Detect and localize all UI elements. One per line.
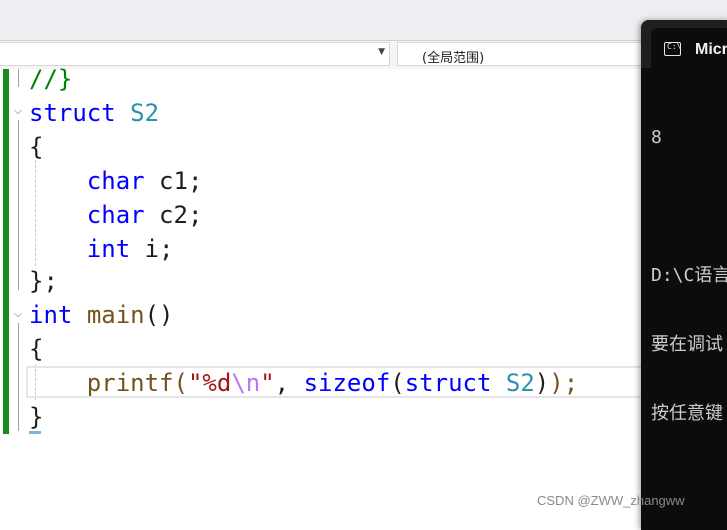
code-token: );: [549, 369, 579, 397]
member-dropdown[interactable]: (全局范围): [397, 42, 657, 66]
code-token: int: [86, 235, 131, 263]
code-token: \n: [231, 369, 261, 397]
code-token: int: [29, 301, 73, 329]
code-token: main: [86, 301, 145, 329]
code-line[interactable]: {: [29, 130, 43, 164]
code-token: sizeof: [303, 369, 391, 397]
watermark: CSDN @ZWW_zhangww: [537, 493, 685, 508]
caret-marker: [29, 431, 41, 434]
code-line[interactable]: char c1;: [29, 164, 203, 198]
code-token: ": [260, 369, 275, 397]
code-editor[interactable]: [0, 69, 660, 521]
outline-line: [18, 323, 19, 431]
code-token: char: [86, 167, 145, 195]
code-token: //}: [29, 65, 73, 93]
collapse-icon[interactable]: ⌵: [12, 308, 24, 319]
code-line[interactable]: char c2;: [29, 198, 203, 232]
outline-line: [18, 69, 19, 87]
code-token: ,: [274, 369, 304, 397]
code-token: (): [144, 301, 174, 329]
code-token: {: [29, 133, 44, 161]
outline-line: [18, 120, 19, 290]
code-token: S2: [130, 99, 160, 127]
console-tab-title: Micr: [695, 41, 727, 58]
console-window[interactable]: C:\ Micr 8 D:\C语言 要在调试 按任意键: [641, 20, 727, 530]
code-line[interactable]: int i;: [29, 232, 174, 266]
console-output-line: 按任意键: [651, 403, 723, 424]
code-token: struct: [29, 99, 116, 127]
console-output: 8 D:\C语言 要在调试 按任意键: [651, 80, 727, 471]
code-token: struct: [404, 369, 492, 397]
code-token: }: [29, 403, 44, 431]
code-line[interactable]: struct S2: [29, 96, 159, 130]
window-top-strip: [0, 0, 727, 40]
change-tracking-bar: [3, 69, 9, 434]
console-output-line: D:\C语言: [651, 265, 727, 286]
code-token: (: [173, 369, 188, 397]
code-line[interactable]: printf("%d\n", sizeof(struct S2));: [29, 366, 578, 400]
code-token: char: [86, 201, 145, 229]
code-token: };: [29, 267, 58, 295]
code-line[interactable]: {: [29, 332, 43, 366]
terminal-icon: C:\: [664, 42, 681, 56]
code-line[interactable]: }: [29, 400, 43, 434]
code-line[interactable]: };: [29, 264, 58, 298]
console-output-line: 要在调试: [651, 334, 723, 355]
code-token: "%d: [187, 369, 232, 397]
console-output-line: 8: [651, 127, 662, 148]
code-token: ): [534, 369, 550, 397]
console-tab[interactable]: C:\ Micr: [651, 28, 727, 68]
code-token: printf: [86, 369, 174, 397]
code-token: i;: [130, 235, 174, 263]
code-line[interactable]: //}: [29, 62, 72, 96]
code-line[interactable]: int main(): [29, 298, 174, 332]
chevron-down-icon[interactable]: ▼: [378, 47, 385, 57]
code-token: c1;: [144, 167, 203, 195]
code-token: (: [390, 369, 405, 397]
code-token: S2: [505, 369, 535, 397]
code-token: c2;: [144, 201, 203, 229]
collapse-icon[interactable]: ⌵: [12, 105, 24, 116]
member-dropdown-value: (全局范围): [422, 51, 485, 66]
code-token: {: [29, 335, 44, 363]
